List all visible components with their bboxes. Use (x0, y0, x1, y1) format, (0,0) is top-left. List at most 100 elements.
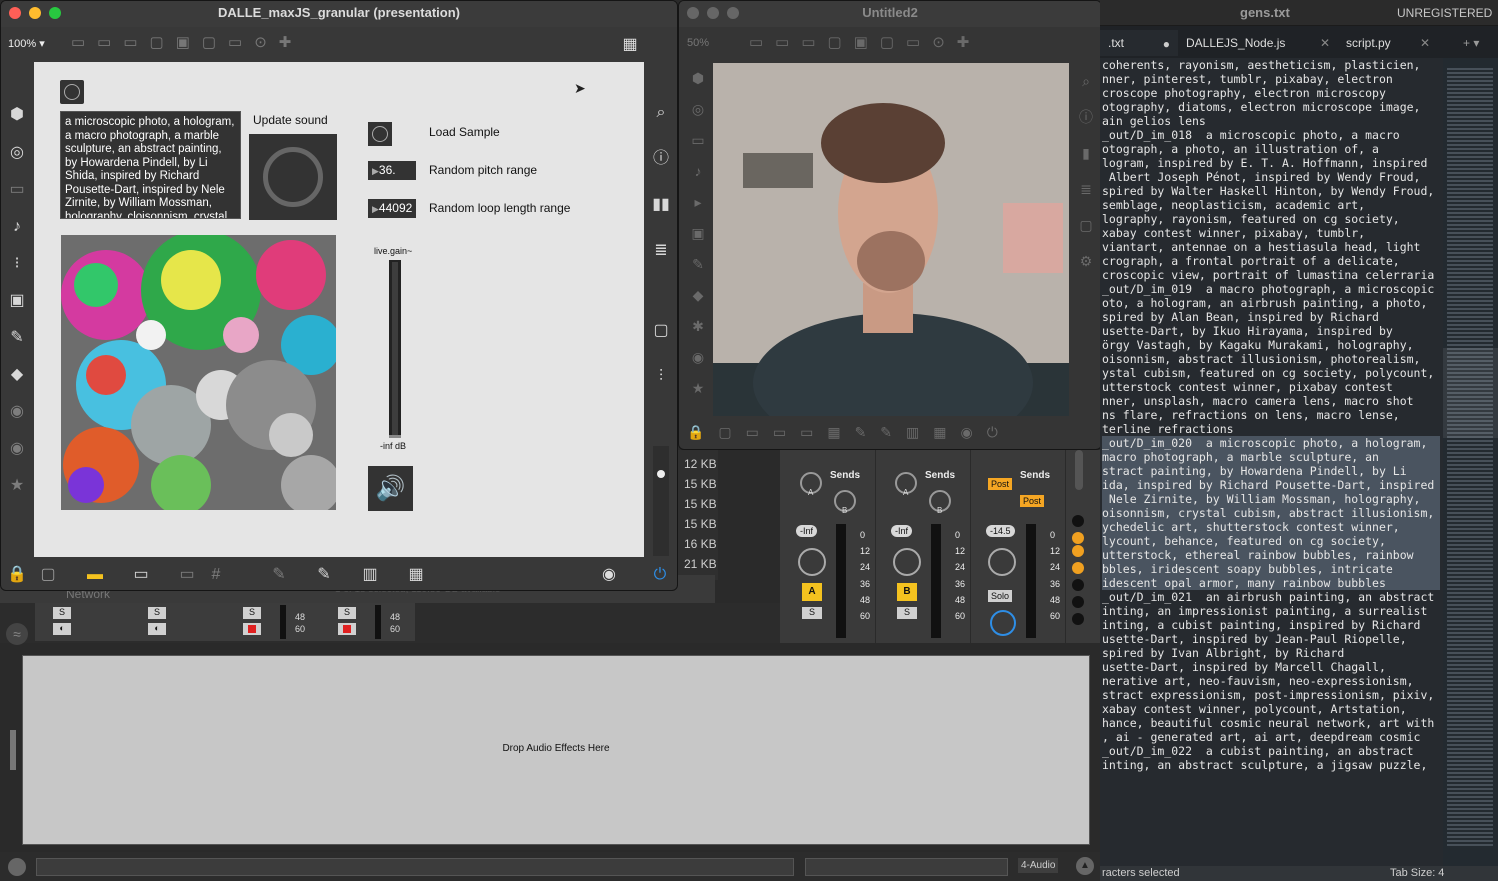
close-tab-icon[interactable]: ✕ (1320, 36, 1330, 50)
mixer-toggle[interactable] (1072, 562, 1084, 574)
debug-icon[interactable]: ✎ (267, 563, 291, 587)
gain-slider[interactable] (389, 260, 401, 438)
package-icon[interactable]: ◆ (5, 363, 29, 387)
sublime-titlebar: gens.txt UNREGISTERED (1100, 0, 1498, 26)
io-toggle[interactable] (1072, 515, 1084, 527)
volume-value[interactable]: -Inf (891, 525, 913, 537)
grid-icon[interactable]: ▦ (618, 33, 642, 57)
zoom-button[interactable] (727, 7, 739, 19)
loop-range-number[interactable]: ▶44092 (368, 199, 416, 218)
music-note-icon[interactable]: ♪ (5, 215, 29, 239)
close-tab-icon[interactable]: ✕ (1420, 36, 1430, 50)
minimap[interactable] (1443, 58, 1498, 866)
solo-button[interactable]: Solo (988, 590, 1013, 602)
solo-button[interactable]: S (148, 607, 166, 619)
record-arm-button[interactable] (338, 623, 356, 635)
update-sound-button[interactable] (249, 134, 337, 220)
pan-knob[interactable] (988, 548, 1016, 576)
volume-value[interactable]: -14.5 (986, 525, 1015, 537)
audio-power-icon[interactable]: ⏻ (648, 563, 672, 587)
overview-toggle[interactable] (1072, 613, 1084, 625)
minimize-button[interactable] (707, 7, 719, 19)
zoom-button[interactable] (49, 7, 61, 19)
expand-icon[interactable]: ▲ (1076, 857, 1094, 875)
patcher-toolbar[interactable]: ▭▭▭▢▣▢▭⊙✚ (749, 33, 1049, 57)
tab-script-py[interactable]: script.py ✕ (1338, 30, 1438, 56)
mixer-icon[interactable]: ⫶ (649, 365, 673, 389)
new-tab-icon[interactable]: + ▾ (1455, 30, 1495, 56)
play-icon[interactable] (8, 858, 26, 876)
panel-splitter[interactable] (10, 730, 16, 770)
patcher-toolbar[interactable]: ▭▭▭▢▣▢▭⊙✚ (71, 33, 371, 57)
monitor-icon[interactable]: ◐ (53, 623, 71, 635)
transport-icon[interactable]: ◉ (597, 563, 621, 587)
device-chain[interactable]: Drop Audio Effects Here (22, 655, 1090, 845)
record-arm-button[interactable] (243, 623, 261, 635)
prompt-textedit[interactable]: a microscopic photo, a hologram, a macro… (60, 111, 241, 219)
bang-button[interactable] (60, 80, 84, 104)
vizzie-icon[interactable]: ◉ (5, 400, 29, 424)
grid-toggle-icon[interactable]: # (204, 563, 228, 587)
search-icon[interactable]: ⌕ (649, 101, 673, 125)
post-button[interactable]: Post (988, 478, 1013, 490)
solo-button[interactable]: S (243, 607, 261, 619)
level-meter (280, 605, 286, 639)
wrench-icon[interactable]: ✎ (312, 563, 336, 587)
scroll-meter[interactable] (653, 446, 669, 556)
snapshot-icon[interactable]: ▢ (649, 319, 673, 343)
channel-name-button[interactable]: A (802, 583, 822, 601)
browser-sizes: 12 KB 15 KB 15 KB 15 KB 16 KB 21 KB (678, 450, 718, 580)
scrollbar[interactable] (1075, 450, 1083, 490)
solo-button[interactable]: S (802, 607, 822, 619)
dial-grid-icon[interactable]: ▦ (404, 563, 428, 587)
sequence-icon[interactable]: ⁝ (5, 252, 29, 276)
returns-toggle[interactable] (1072, 545, 1084, 557)
lock-icon[interactable]: 🔒 (5, 563, 29, 587)
target-icon[interactable]: ◎ (5, 141, 29, 165)
post-button[interactable]: Post (1020, 495, 1045, 507)
panel-icon[interactable]: ▭ (5, 178, 29, 202)
objects-icon[interactable]: ⬢ (5, 103, 29, 127)
right-toolbar-icons[interactable]: ⌕ ⓘ ▮ ≣ ▢ ⚙ (1075, 63, 1097, 403)
tab-dallejs-node[interactable]: DALLEJS_Node.js ✕ (1178, 30, 1338, 56)
wave-icon[interactable]: ≈ (6, 623, 28, 645)
sends-toggle[interactable] (1072, 532, 1084, 544)
zoom-select[interactable]: 50% (687, 37, 709, 49)
pan-knob[interactable] (798, 548, 826, 576)
comment-icon[interactable]: ▬ (83, 563, 107, 587)
pan-knob[interactable] (893, 548, 921, 576)
bottom-toolbar[interactable]: 🔒▢▭▭▭▦✎✎▥▦◉⏻ (687, 424, 1097, 444)
info-icon[interactable]: ⓘ (649, 147, 673, 171)
star-icon[interactable]: ★ (5, 474, 29, 498)
load-sample-button[interactable] (368, 122, 392, 146)
edit-icon[interactable]: ▢ (36, 563, 60, 587)
list-icon[interactable]: ≣ (649, 239, 673, 263)
channel-name-button[interactable]: B (897, 583, 917, 601)
solo-button[interactable]: S (53, 607, 71, 619)
code-editor[interactable]: coherents, rayonism, aestheticism, plast… (1100, 58, 1440, 866)
close-button[interactable] (687, 7, 699, 19)
image-icon[interactable]: ▣ (5, 289, 29, 313)
tab-size-status[interactable]: Tab Size: 4 (1390, 867, 1444, 879)
crossfader-toggle[interactable] (1072, 596, 1084, 608)
docs-icon[interactable]: ▮▮ (649, 193, 673, 217)
solo-button[interactable]: S (338, 607, 356, 619)
speaker-icon[interactable]: 🔊 (368, 466, 413, 511)
presentation-icon[interactable]: ▭ (129, 563, 153, 587)
zoom-select[interactable]: 100% ▾ (8, 37, 45, 50)
code-line: ain gelios lens (1102, 114, 1206, 128)
minimize-button[interactable] (29, 7, 41, 19)
monitor-icon[interactable]: ◐ (148, 623, 166, 635)
cue-knob[interactable] (990, 610, 1016, 636)
tab-gens[interactable]: .txt ● (1100, 30, 1178, 56)
present-alt-icon[interactable]: ▭ (175, 563, 199, 587)
delay-toggle[interactable] (1072, 579, 1084, 591)
left-toolbar-icons[interactable]: ⬢ ◎ ▭ ♪ ▸ ▣ ✎ ◆ ✱ ◉ ★ (687, 63, 709, 403)
close-button[interactable] (9, 7, 21, 19)
keyboard-icon[interactable]: ▥ (358, 563, 382, 587)
solo-button[interactable]: S (897, 607, 917, 619)
volume-value[interactable]: -Inf (796, 525, 818, 537)
beap-icon[interactable]: ◉ (5, 437, 29, 461)
paperclip-icon[interactable]: ✎ (5, 326, 29, 350)
pitch-range-number[interactable]: ▶36. (368, 161, 416, 180)
